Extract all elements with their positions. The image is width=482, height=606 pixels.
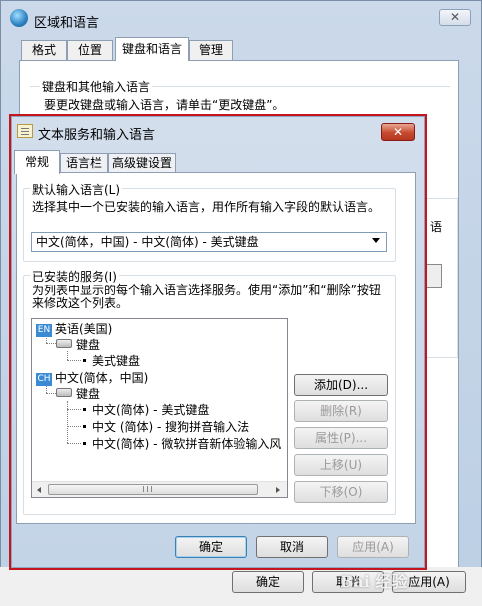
grip-icon bbox=[143, 486, 152, 492]
tree-item-language[interactable]: CH 中文(简体，中国) bbox=[36, 370, 148, 386]
apply-button[interactable]: 应用(A) bbox=[337, 536, 409, 558]
remove-button[interactable]: 删除(R) bbox=[294, 400, 388, 422]
bg-description: 要更改键盘或输入语言，请单击“更改键盘”。 bbox=[44, 98, 285, 112]
dialog-close-button[interactable]: ✕ bbox=[381, 123, 415, 141]
keyboard-icon bbox=[56, 388, 72, 397]
add-button[interactable]: 添加(D)... bbox=[294, 374, 388, 396]
tree-connector bbox=[67, 409, 81, 410]
tree-item-keyboard[interactable]: 中文(简体) - 美式键盘 bbox=[81, 402, 209, 418]
tree-connector bbox=[46, 393, 56, 394]
tree-item-language[interactable]: EN 英语(美国) bbox=[36, 321, 112, 337]
chevron-left-icon[interactable] bbox=[37, 487, 41, 493]
watermark-logo: Bai 经验 bbox=[340, 572, 408, 591]
bg-install-button[interactable] bbox=[426, 264, 442, 288]
bg-tab-administrative[interactable]: 管理 bbox=[189, 40, 233, 61]
language-badge-icon: EN bbox=[36, 324, 52, 337]
default-language-description: 选择其中一个已安装的输入语言，用作所有输入字段的默认语言。 bbox=[32, 200, 381, 214]
tree-connector bbox=[67, 360, 81, 361]
tree-item-label: 中文(简体) - 微软拼音新体验输入风 bbox=[92, 437, 282, 451]
tree-item-label: 美式键盘 bbox=[92, 354, 141, 368]
bg-window-title: 区域和语言 bbox=[34, 16, 100, 31]
tree-item-label: 英语(美国) bbox=[55, 322, 113, 336]
cancel-button[interactable]: 取消 bbox=[256, 536, 328, 558]
globe-icon bbox=[10, 9, 28, 27]
tab-language-bar[interactable]: 语言栏 bbox=[60, 153, 108, 173]
dialog-title: 文本服务和输入语言 bbox=[38, 128, 156, 143]
ok-button[interactable]: 确定 bbox=[175, 536, 247, 558]
tab-general[interactable]: 常规 bbox=[14, 150, 60, 174]
services-tree[interactable]: EN 英语(美国) 键盘 美式键盘 CH 中文(简体，中国) 键盘 中文(简体) -… bbox=[31, 318, 288, 498]
bullet-icon bbox=[83, 425, 86, 428]
tree-connector bbox=[67, 443, 81, 444]
bg-close-button[interactable]: ✕ bbox=[439, 9, 471, 26]
tree-item-keyboard[interactable]: 中文 (简体) - 搜狗拼音输入法 bbox=[81, 419, 249, 435]
tree-connector bbox=[46, 385, 47, 393]
bg-ok-button[interactable]: 确定 bbox=[232, 571, 304, 593]
default-language-select[interactable]: 中文(简体，中国) - 中文(简体) - 美式键盘 bbox=[31, 232, 387, 252]
tab-advanced-key-settings[interactable]: 高级键设置 bbox=[108, 153, 176, 173]
bullet-icon bbox=[83, 442, 86, 445]
text-services-icon bbox=[17, 124, 33, 138]
move-up-button[interactable]: 上移(U) bbox=[294, 454, 388, 476]
installed-services-title: 已安装的服务(I) bbox=[30, 268, 119, 285]
tree-item-label: 中文(简体，中国) bbox=[55, 371, 149, 385]
tree-connector bbox=[46, 343, 56, 344]
tree-item-keyboard[interactable]: 中文(简体) - 微软拼音新体验输入风 bbox=[81, 436, 281, 452]
chevron-down-icon[interactable] bbox=[372, 238, 380, 243]
default-language-title: 默认输入语言(L) bbox=[30, 181, 123, 198]
scrollbar-thumb[interactable] bbox=[48, 484, 258, 495]
tree-connector bbox=[67, 426, 81, 427]
tree-item-label: 键盘 bbox=[76, 387, 101, 401]
installed-services-description: 为列表中显示的每个输入语言选择服务。使用“添加”和“删除”按钮来修改这个列表。 bbox=[32, 283, 381, 310]
default-language-value: 中文(简体，中国) - 中文(简体) - 美式键盘 bbox=[36, 235, 259, 249]
tree-item-keyboard-group[interactable]: 键盘 bbox=[56, 337, 100, 353]
bg-group-title: 键盘和其他输入语言 bbox=[40, 78, 153, 95]
tree-item-keyboard[interactable]: 美式键盘 bbox=[81, 353, 140, 369]
bg-tab-format[interactable]: 格式 bbox=[21, 40, 67, 61]
tree-item-label: 中文 (简体) - 搜狗拼音输入法 bbox=[92, 420, 250, 434]
bg-tab-location[interactable]: 位置 bbox=[67, 40, 113, 61]
bg-tab-keyboards-languages[interactable]: 键盘和语言 bbox=[115, 37, 189, 61]
tree-item-keyboard-group[interactable]: 键盘 bbox=[56, 386, 100, 402]
move-down-button[interactable]: 下移(O) bbox=[294, 481, 388, 503]
bullet-icon bbox=[83, 408, 86, 411]
keyboard-icon bbox=[56, 339, 72, 348]
chevron-right-icon[interactable] bbox=[276, 487, 280, 493]
bullet-icon bbox=[83, 359, 86, 362]
tree-item-label: 键盘 bbox=[76, 338, 101, 352]
tree-horizontal-scrollbar[interactable] bbox=[32, 481, 287, 497]
properties-button[interactable]: 属性(P)... bbox=[294, 427, 388, 449]
tree-item-label: 中文(简体) - 美式键盘 bbox=[92, 403, 210, 417]
tree-connector bbox=[67, 401, 68, 443]
bg-side-text: 语 bbox=[430, 220, 443, 234]
language-badge-icon: CH bbox=[36, 373, 52, 386]
